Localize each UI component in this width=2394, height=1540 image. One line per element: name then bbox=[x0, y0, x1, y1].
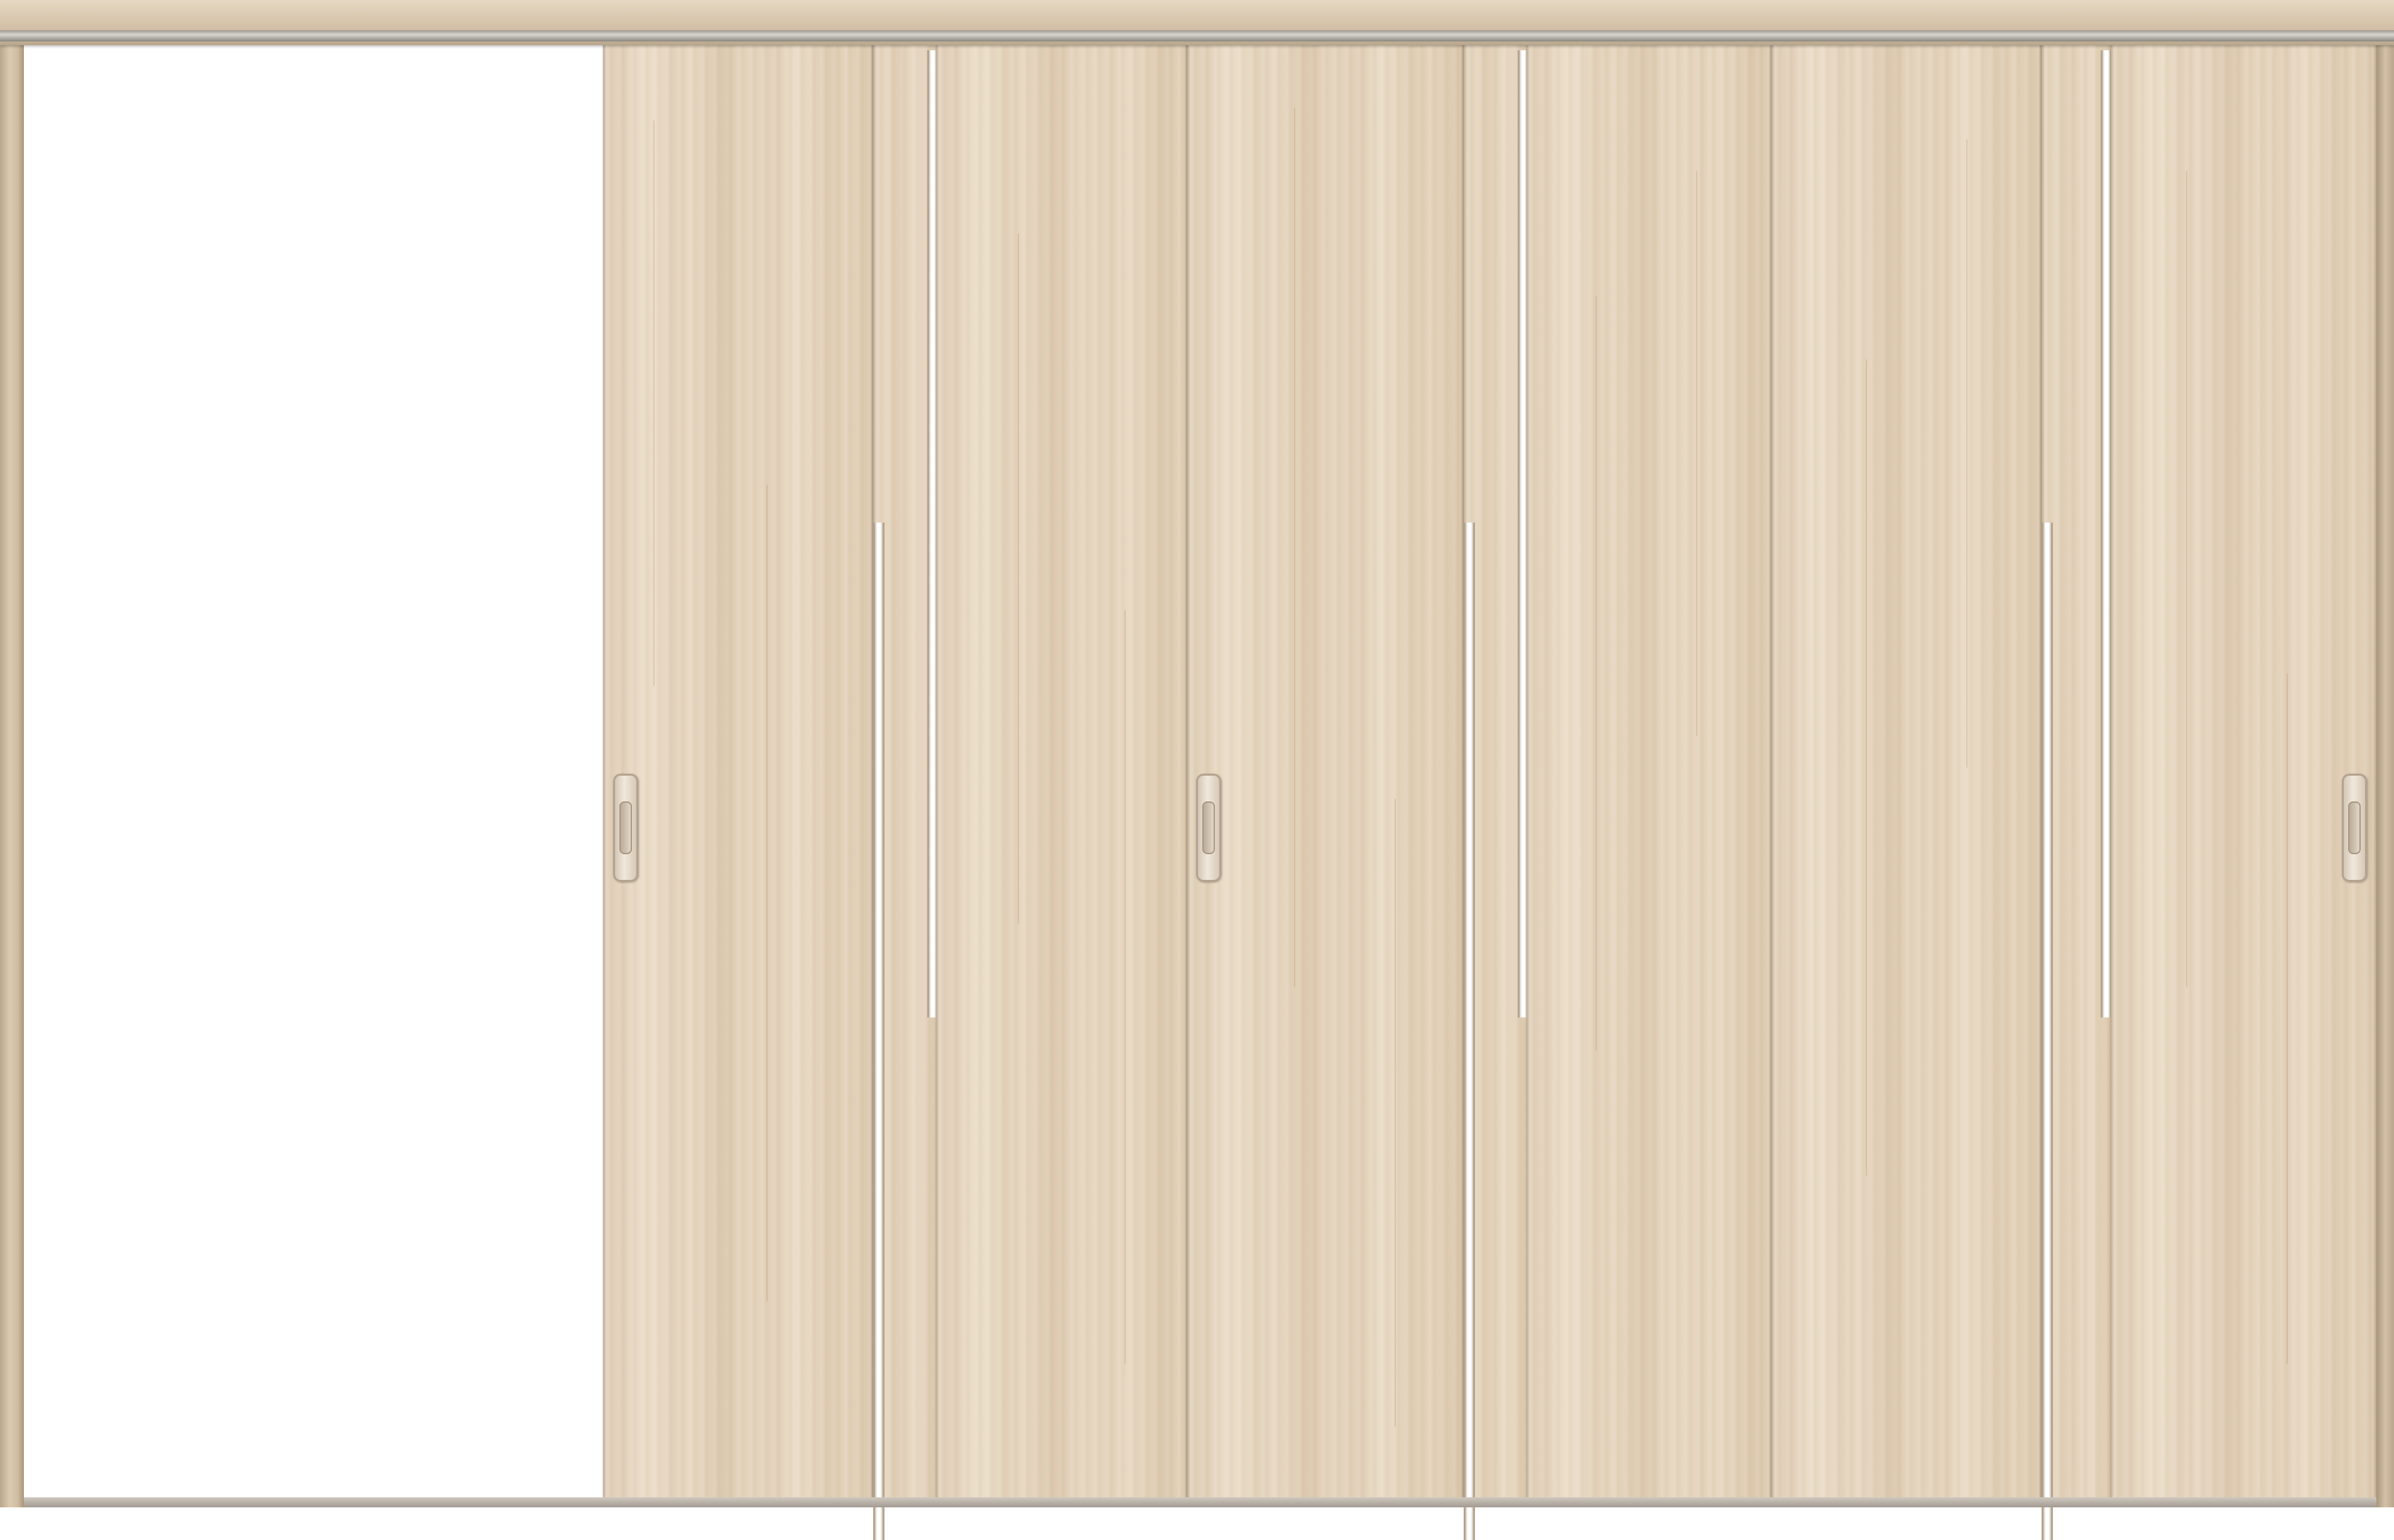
door-stile-1 bbox=[873, 45, 939, 1540]
door-stile-2 bbox=[1464, 45, 1529, 1540]
door-panel-5[interactable] bbox=[1771, 45, 2042, 1497]
right-door-jamb bbox=[2376, 45, 2394, 1507]
wood-grain bbox=[1018, 234, 1019, 925]
panel-edge bbox=[936, 45, 940, 1497]
sliding-door-scene bbox=[0, 0, 2394, 1540]
door-panel-6[interactable] bbox=[2111, 45, 2376, 1497]
panel-edge bbox=[2111, 45, 2114, 1497]
pull-handle-icon[interactable] bbox=[1196, 774, 1221, 882]
wood-grain bbox=[1294, 108, 1295, 987]
glass-slit bbox=[873, 523, 884, 1540]
wood-grain bbox=[766, 485, 768, 1301]
pull-handle-icon[interactable] bbox=[2342, 774, 2367, 882]
glass-slit bbox=[2042, 523, 2053, 1540]
glass-slit bbox=[1464, 523, 1475, 1540]
panel-edge bbox=[603, 45, 607, 1497]
wood-grain bbox=[1395, 799, 1396, 1427]
wood-grain bbox=[2287, 673, 2288, 1364]
door-stile-3 bbox=[2042, 45, 2112, 1540]
wood-grain bbox=[2186, 171, 2187, 987]
wood-grain bbox=[1966, 139, 1967, 767]
panel-edge bbox=[1187, 45, 1191, 1497]
left-door-jamb bbox=[0, 45, 24, 1507]
door-panel-4[interactable] bbox=[1526, 45, 1771, 1497]
wood-grain bbox=[653, 121, 655, 686]
pull-handle-icon[interactable] bbox=[613, 774, 638, 882]
wood-grain bbox=[1596, 296, 1597, 1050]
door-panel-3[interactable] bbox=[1187, 45, 1464, 1497]
door-panel-2[interactable] bbox=[936, 45, 1187, 1497]
floor-sill bbox=[24, 1497, 2376, 1507]
panel-edge bbox=[1771, 45, 1775, 1497]
panel-edge bbox=[1526, 45, 1530, 1497]
wood-grain bbox=[1696, 171, 1697, 736]
overhead-track bbox=[0, 30, 2394, 41]
wood-grain bbox=[1124, 610, 1126, 1364]
door-panel-1[interactable] bbox=[603, 45, 873, 1497]
open-doorway bbox=[24, 45, 603, 1497]
wood-grain bbox=[1866, 359, 1867, 1176]
